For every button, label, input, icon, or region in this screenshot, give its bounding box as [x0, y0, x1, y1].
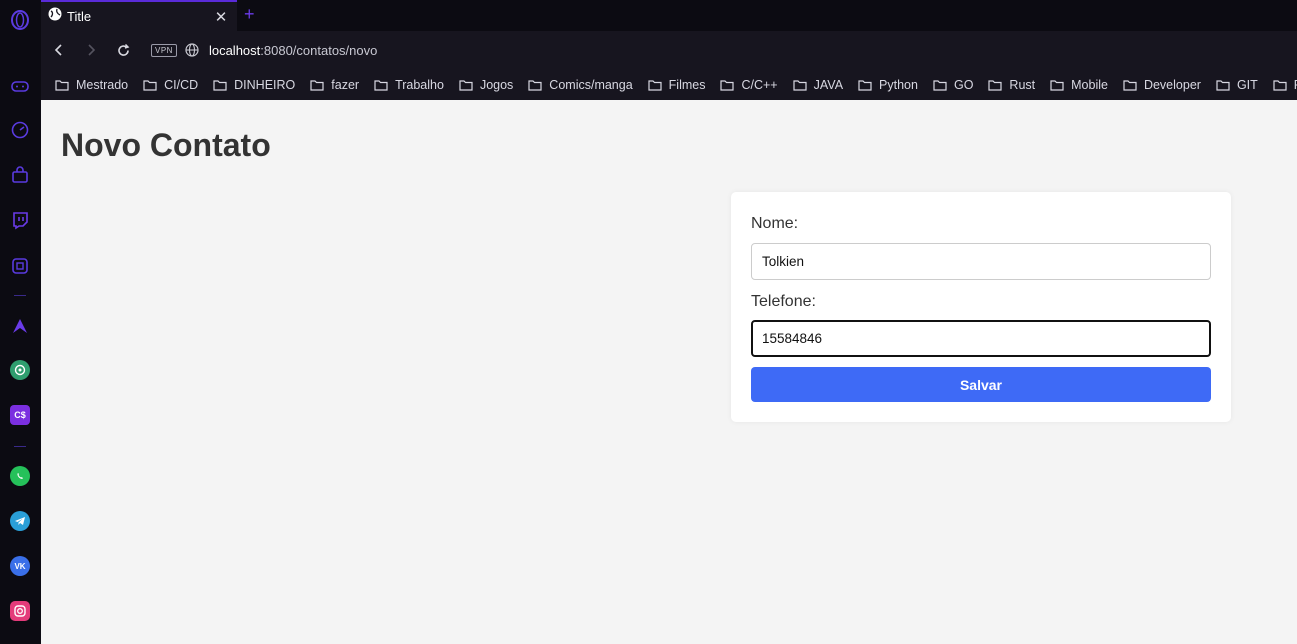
bookmark-label: Developer	[1143, 77, 1201, 92]
speed-dial-icon[interactable]	[10, 120, 30, 140]
folder-icon	[459, 79, 473, 91]
folder-icon	[1273, 79, 1287, 91]
tab-active[interactable]: Title ✕	[41, 0, 237, 31]
vpn-badge[interactable]: VPN	[151, 43, 177, 57]
folder-icon	[720, 79, 735, 91]
globe-icon	[48, 7, 62, 26]
bookmark-folder[interactable]: GO	[933, 78, 973, 92]
bookmark-folder[interactable]: C/C++	[720, 77, 778, 92]
sidebar-separator	[14, 446, 26, 447]
folder-icon	[1050, 79, 1064, 91]
bookmark-label: C/C++	[741, 77, 778, 92]
reload-button[interactable]	[111, 38, 135, 62]
chatgpt-icon[interactable]	[10, 360, 30, 380]
bookmark-label: Comics/manga	[549, 77, 633, 92]
bookmark-label: Rust	[1009, 77, 1036, 92]
nome-input[interactable]	[751, 243, 1211, 280]
telegram-icon[interactable]	[10, 511, 30, 531]
back-button[interactable]	[47, 38, 71, 62]
opera-logo-icon[interactable]	[10, 10, 30, 30]
bookmark-folder[interactable]: Filmes	[648, 77, 706, 92]
folder-icon	[528, 79, 542, 91]
bookmark-label: JAVA	[813, 77, 844, 92]
bookmark-folder[interactable]: fazer	[310, 78, 359, 92]
bookmark-label: Filmes	[668, 77, 706, 92]
close-icon[interactable]: ✕	[211, 8, 231, 26]
page-title: Novo Contato	[61, 127, 271, 163]
folder-icon	[648, 79, 662, 91]
tab-strip: Title ✕ +	[41, 0, 1297, 31]
aria-icon[interactable]	[10, 316, 30, 336]
bookmark-label: Jogos	[479, 77, 514, 92]
folder-icon	[374, 79, 388, 91]
folder-icon	[1123, 79, 1137, 91]
browser-window: C$ VK Title ✕ + VPN localhost:8080/conta…	[0, 0, 1297, 644]
bookmark-label: GIT	[1236, 77, 1258, 92]
folder-icon	[1216, 79, 1230, 91]
bookmark-folder[interactable]: CI/CD	[143, 78, 198, 92]
bookmark-folder[interactable]: Jogos	[459, 78, 513, 92]
bookmark-label: CI/CD	[164, 77, 199, 92]
bookmark-label: Trabalho	[395, 77, 444, 92]
folder-icon	[143, 79, 157, 91]
bookmark-folder[interactable]: GIT	[1216, 78, 1258, 92]
bookmark-label: fazer	[331, 77, 360, 92]
save-button[interactable]: Salvar	[751, 367, 1211, 402]
contact-form: Nome: Telefone: Salvar	[731, 192, 1231, 422]
browser-sidebar: C$ VK	[0, 0, 41, 644]
bookmark-folder[interactable]: Rust	[988, 78, 1035, 92]
bookmark-folder[interactable]: Developer	[1123, 78, 1201, 92]
bag-icon[interactable]	[10, 165, 30, 185]
bookmark-folder[interactable]: Comics/manga	[528, 77, 633, 92]
folder-icon	[933, 79, 947, 91]
bookmark-folder[interactable]: JAVA	[793, 78, 843, 92]
folder-icon	[793, 79, 807, 91]
cs-icon[interactable]: C$	[10, 405, 30, 425]
page-content: Novo Contato Nome: Telefone: Salvar	[41, 100, 1297, 644]
gamepad-icon[interactable]	[10, 76, 30, 96]
bookmark-label: Mobile	[1071, 77, 1108, 92]
bookmark-label: DINHEIRO	[234, 77, 296, 92]
site-info-icon[interactable]	[185, 43, 199, 57]
bookmark-label: Mestrado	[76, 77, 129, 92]
folder-icon	[988, 79, 1003, 91]
extensions-icon[interactable]	[10, 256, 30, 276]
url-path: :8080/contatos/novo	[260, 42, 378, 58]
folder-icon	[858, 79, 872, 91]
tab-title: Title	[67, 9, 92, 24]
bookmark-label: GO	[953, 77, 974, 92]
nome-label: Nome:	[751, 215, 799, 232]
bookmark-folder[interactable]: Profess	[1273, 78, 1297, 92]
telefone-input[interactable]	[751, 320, 1211, 357]
instagram-icon[interactable]	[10, 601, 30, 621]
vk-icon[interactable]: VK	[10, 556, 30, 576]
bookmark-folder[interactable]: Trabalho	[374, 78, 444, 92]
bookmarks-bar: Mestrado CI/CD DINHEIRO fazer Trabalho Jogos C…	[41, 69, 1297, 100]
sidebar-separator	[14, 295, 26, 296]
folder-icon	[310, 79, 324, 91]
address-bar: VPN localhost:8080/contatos/novo	[41, 31, 1297, 69]
url-host: localhost	[208, 42, 261, 58]
twitch-icon[interactable]	[10, 210, 30, 230]
bookmark-folder[interactable]: Mobile	[1050, 78, 1108, 92]
bookmark-folder[interactable]: DINHEIRO	[213, 78, 295, 92]
bookmark-folder[interactable]: Python	[858, 78, 918, 92]
new-tab-button[interactable]: +	[244, 4, 255, 25]
forward-button[interactable]	[79, 38, 103, 62]
whatsapp-icon[interactable]	[10, 466, 30, 486]
bookmark-folder[interactable]: Mestrado	[55, 78, 128, 92]
folder-icon	[55, 79, 69, 91]
url-field[interactable]: localhost:8080/contatos/novo	[209, 43, 377, 58]
telefone-label: Telefone:	[751, 293, 816, 310]
folder-icon	[213, 79, 227, 91]
bookmark-label: Python	[879, 77, 918, 92]
